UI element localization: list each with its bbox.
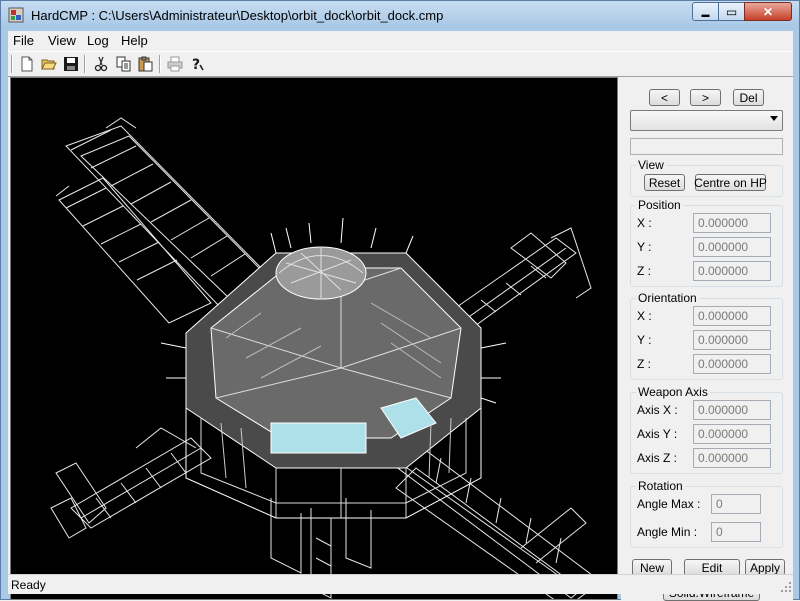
prev-button[interactable]: < (649, 89, 680, 106)
maximize-icon: ▭ (725, 4, 738, 19)
rotation-group: Rotation Angle Max : 0 Angle Min : 0 (630, 479, 783, 548)
rotation-group-title: Rotation (636, 479, 685, 493)
save-icon (64, 57, 78, 71)
position-group-title: Position (636, 198, 683, 212)
orientation-group-title: Orientation (636, 291, 699, 305)
menu-log[interactable]: Log (87, 33, 109, 48)
menu-file[interactable]: File (13, 33, 34, 48)
svg-text:?: ? (192, 57, 200, 72)
resize-grip-icon[interactable] (780, 581, 792, 593)
view-group-title: View (636, 158, 666, 172)
orientation-z-field[interactable]: 0.000000 (693, 354, 771, 374)
status-bar: Ready (8, 574, 793, 594)
title-bar[interactable]: HardCMP : C:\Users\Administrateur\Deskto… (1, 1, 799, 29)
app-window: HardCMP : C:\Users\Administrateur\Deskto… (0, 0, 800, 601)
toolbar-separator (84, 55, 86, 73)
close-icon: ✕ (762, 4, 774, 19)
arm-lower-left (50, 427, 212, 539)
menu-view[interactable]: View (48, 33, 76, 48)
minimize-icon: ▬ (701, 10, 710, 19)
help-button[interactable]: ? (186, 54, 208, 74)
angle-max-label: Angle Max : (637, 497, 701, 511)
position-z-field[interactable]: 0.000000 (693, 261, 771, 281)
orientation-group: Orientation X : 0.000000 Y : 0.000000 Z … (630, 291, 783, 380)
reset-button[interactable]: Reset (644, 174, 685, 191)
orbit-dock-wireframe (50, 117, 597, 599)
paste-button[interactable] (135, 54, 157, 74)
toolbar-grip (11, 55, 13, 73)
position-z-label: Z : (637, 264, 651, 278)
new-file-button[interactable] (16, 54, 38, 74)
angle-min-label: Angle Min : (637, 525, 698, 539)
toolbar-separator (159, 55, 161, 73)
position-y-label: Y : (637, 240, 652, 254)
print-icon (167, 56, 183, 72)
model-viewport[interactable] (10, 77, 618, 600)
next-button[interactable]: > (690, 89, 721, 106)
status-text: Ready (11, 578, 46, 592)
position-y-field[interactable]: 0.000000 (693, 237, 771, 257)
copy-icon (116, 56, 131, 72)
menu-bar: File View Log Help (8, 31, 793, 51)
weapon-axis-z-field[interactable]: 0.000000 (693, 448, 771, 468)
orientation-y-label: Y : (637, 333, 652, 347)
client-area: File View Log Help ? < > Del View Reset … (8, 31, 793, 601)
app-icon[interactable] (8, 7, 24, 23)
orientation-z-label: Z : (637, 357, 651, 371)
help-icon: ? (192, 57, 204, 72)
orientation-x-field[interactable]: 0.000000 (693, 306, 771, 326)
cut-button[interactable] (90, 54, 112, 74)
position-x-label: X : (637, 216, 652, 230)
maximize-button[interactable]: ▭ (718, 2, 745, 21)
weapon-axis-y-field[interactable]: 0.000000 (693, 424, 771, 444)
delete-button[interactable]: Del (733, 89, 764, 106)
properties-panel: < > Del View Reset Centre on HP Position… (621, 77, 793, 601)
orientation-x-label: X : (637, 309, 652, 323)
toolbar: ? (8, 51, 793, 77)
copy-button[interactable] (113, 54, 135, 74)
weapon-axis-z-label: Axis Z : (637, 451, 678, 465)
name-field[interactable] (630, 138, 783, 155)
open-file-button[interactable] (38, 54, 60, 74)
angle-max-field[interactable]: 0 (711, 494, 761, 514)
chevron-down-icon (770, 116, 778, 121)
window-title: HardCMP : C:\Users\Administrateur\Deskto… (31, 8, 444, 23)
open-icon (41, 59, 57, 70)
angle-min-field[interactable]: 0 (711, 522, 761, 542)
weapon-axis-group-title: Weapon Axis (636, 385, 710, 399)
print-button[interactable] (164, 54, 186, 74)
minimize-button[interactable]: ▬ (692, 2, 719, 21)
position-group: Position X : 0.000000 Y : 0.000000 Z : 0… (630, 198, 783, 287)
weapon-axis-x-field[interactable]: 0.000000 (693, 400, 771, 420)
weapon-axis-y-label: Axis Y : (637, 427, 678, 441)
orientation-y-field[interactable]: 0.000000 (693, 330, 771, 350)
weapon-axis-x-label: Axis X : (637, 403, 678, 417)
menu-help[interactable]: Help (121, 33, 148, 48)
paste-icon (138, 56, 153, 72)
weapon-axis-group: Weapon Axis Axis X : 0.000000 Axis Y : 0… (630, 385, 783, 474)
centre-on-hp-button[interactable]: Centre on HP (694, 174, 767, 191)
cut-icon (94, 56, 108, 72)
hardpoint-select[interactable] (630, 110, 783, 131)
close-button[interactable]: ✕ (744, 2, 792, 21)
new-icon (21, 56, 33, 72)
save-file-button[interactable] (60, 54, 82, 74)
position-x-field[interactable]: 0.000000 (693, 213, 771, 233)
view-group: View Reset Centre on HP (630, 158, 783, 197)
